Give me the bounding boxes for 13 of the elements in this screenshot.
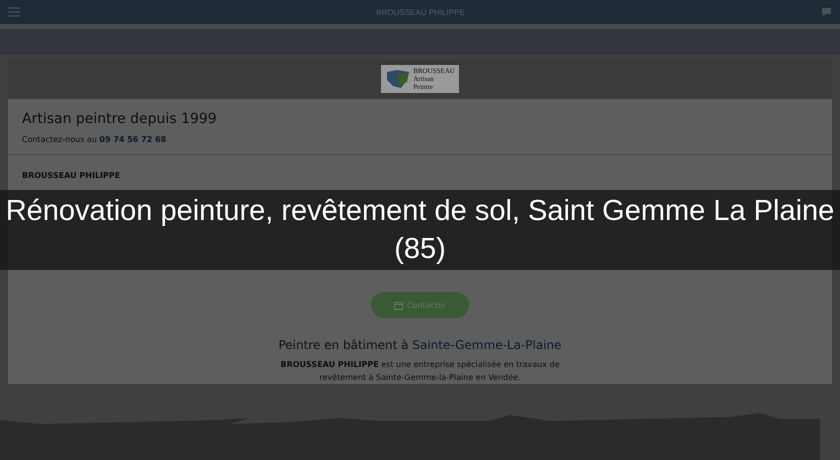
section-heading: Peintre en bâtiment à Sainte-Gemme-La-Plaine [278,338,562,352]
contact-text: Contactez-nous au 09 74 56 72 68 [22,135,168,144]
phone-link[interactable]: 09 74 56 72 68 [99,135,166,144]
company-name: BROUSSEAU PHILIPPE [21,170,122,180]
header-title: BROUSSEAU PHILIPPE [376,8,465,16]
section-text: BROUSSEAU PHILIPPE est une entreprise spécialisée en travaux de revêtement à Sainte-Gemme-la-Plaine en Vendée. [279,359,561,384]
town-link[interactable]: Sainte-Gemme-La-Plaine [412,338,562,352]
logo-mark-icon [385,68,412,90]
menu-icon[interactable] [8,7,20,17]
page-heading: Artisan peintre depuis 1999 [22,111,218,127]
chat-icon[interactable] [820,7,832,17]
overlay-title: Rénovation peinture, revêtement de sol, Saint Gemme La Plaine (85) [4,194,836,267]
calendar-icon [394,300,403,310]
